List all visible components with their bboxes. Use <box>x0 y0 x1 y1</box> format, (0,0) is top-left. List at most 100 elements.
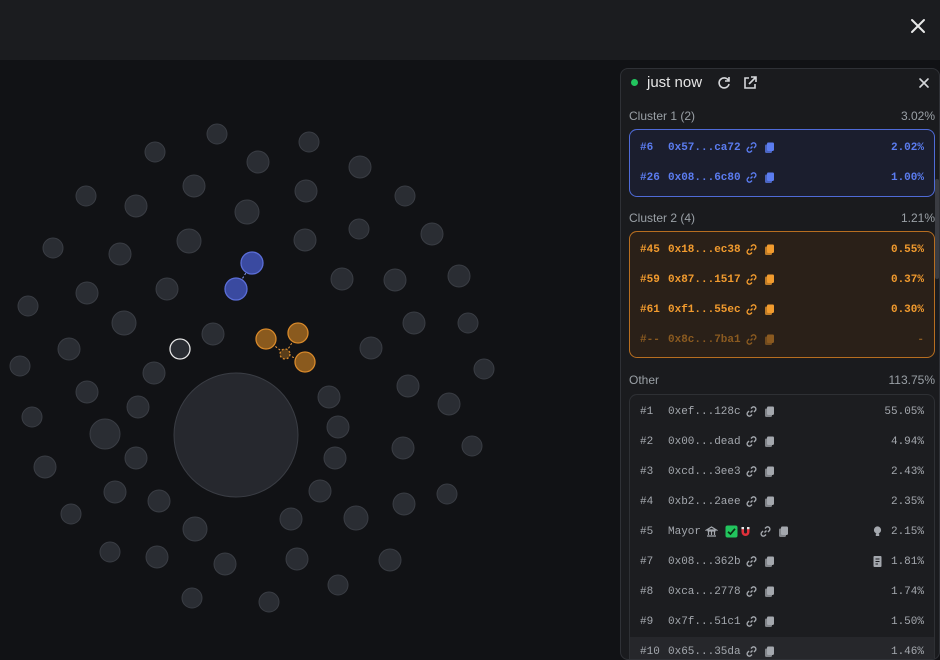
holder-row[interactable]: #45 0x18...ec38 0.55% <box>630 235 934 265</box>
holder-row[interactable]: #4 0xb2...2aee 2.35% <box>630 487 934 517</box>
holder-bubble[interactable] <box>60 503 82 525</box>
holder-row[interactable]: #10 0x65...35da 1.46% <box>630 637 934 659</box>
holder-address[interactable]: 0xf1...55ec <box>668 304 741 316</box>
top-holder-bubble[interactable] <box>173 372 299 498</box>
link-icon[interactable] <box>745 171 758 184</box>
holder-address[interactable]: 0x8c...7ba1 <box>668 334 741 346</box>
holder-bubble[interactable] <box>99 541 121 563</box>
copy-icon[interactable] <box>763 555 776 568</box>
holder-bubble[interactable] <box>457 312 479 334</box>
cluster-2-bubble[interactable] <box>287 322 309 344</box>
holder-bubble[interactable] <box>285 547 309 571</box>
holder-row[interactable]: #9 0x7f...51c1 1.50% <box>630 607 934 637</box>
holder-row[interactable]: #59 0x87...1517 0.37% <box>630 265 934 295</box>
holder-bubble[interactable] <box>391 436 415 460</box>
holder-bubble[interactable] <box>359 336 383 360</box>
holder-bubble[interactable] <box>182 174 206 198</box>
holder-bubble[interactable] <box>89 418 121 450</box>
holder-bubble[interactable] <box>142 361 166 385</box>
holder-row[interactable]: #1 0xef...128c 55.05% <box>630 397 934 427</box>
holder-address[interactable]: 0x18...ec38 <box>668 244 741 256</box>
holder-row[interactable]: #8 0xca...2778 1.74% <box>630 577 934 607</box>
copy-icon[interactable] <box>763 141 776 154</box>
close-panel-icon[interactable] <box>915 74 933 92</box>
copy-icon[interactable] <box>763 495 776 508</box>
holder-bubble[interactable] <box>378 548 402 572</box>
holder-bubble[interactable] <box>181 587 203 609</box>
holder-address[interactable]: 0xb2...2aee <box>668 496 741 508</box>
link-icon[interactable] <box>759 525 772 538</box>
link-icon[interactable] <box>745 435 758 448</box>
holder-bubble[interactable] <box>308 479 332 503</box>
holder-bubble[interactable] <box>473 358 495 380</box>
holder-bubble[interactable] <box>75 185 97 207</box>
holder-bubble[interactable] <box>348 155 372 179</box>
holder-row[interactable]: #2 0x00...dead 4.94% <box>630 427 934 457</box>
holder-bubble[interactable] <box>326 415 350 439</box>
holder-bubble[interactable] <box>21 406 43 428</box>
refresh-icon[interactable] <box>715 74 733 92</box>
holder-bubble[interactable] <box>383 268 407 292</box>
copy-icon[interactable] <box>777 525 790 538</box>
holder-bubble[interactable] <box>348 218 370 240</box>
holder-bubble[interactable] <box>330 267 354 291</box>
holder-bubble[interactable] <box>258 591 280 613</box>
holder-address[interactable]: 0xcd...3ee3 <box>668 466 741 478</box>
holder-bubble[interactable] <box>75 380 99 404</box>
link-icon[interactable] <box>745 465 758 478</box>
holder-bubble[interactable] <box>206 123 228 145</box>
holder-bubble[interactable] <box>293 228 317 252</box>
holder-bubble[interactable] <box>155 277 179 301</box>
holder-bubble[interactable] <box>108 242 132 266</box>
close-icon[interactable] <box>904 12 932 40</box>
holder-bubble[interactable] <box>145 545 169 569</box>
link-icon[interactable] <box>745 303 758 316</box>
holder-bubble[interactable] <box>57 337 81 361</box>
holder-row[interactable]: #6 0x57...ca72 2.02% <box>630 133 934 163</box>
holder-row[interactable]: #3 0xcd...3ee3 2.43% <box>630 457 934 487</box>
holder-bubble[interactable] <box>111 310 137 336</box>
holder-bubble[interactable] <box>126 395 150 419</box>
copy-icon[interactable] <box>763 585 776 598</box>
copy-icon[interactable] <box>763 303 776 316</box>
holder-bubble[interactable] <box>144 141 166 163</box>
holder-row[interactable]: #-- 0x8c...7ba1 - <box>630 325 934 355</box>
link-icon[interactable] <box>745 273 758 286</box>
link-icon[interactable] <box>745 555 758 568</box>
link-icon[interactable] <box>745 405 758 418</box>
holder-bubble[interactable] <box>9 355 31 377</box>
external-link-icon[interactable] <box>741 74 759 92</box>
holder-bubble[interactable] <box>234 199 260 225</box>
copy-icon[interactable] <box>763 273 776 286</box>
holder-bubble[interactable] <box>396 374 420 398</box>
link-icon[interactable] <box>745 333 758 346</box>
holder-bubble[interactable] <box>447 264 471 288</box>
holder-row[interactable]: #26 0x08...6c80 1.00% <box>630 163 934 193</box>
holder-address[interactable]: 0x08...362b <box>668 556 741 568</box>
holder-row[interactable]: #5 Mayor 2.15% <box>630 517 934 547</box>
holder-bubble[interactable] <box>17 295 39 317</box>
holder-bubble[interactable] <box>213 552 237 576</box>
holder-bubble[interactable] <box>394 185 416 207</box>
link-icon[interactable] <box>745 645 758 658</box>
copy-icon[interactable] <box>763 465 776 478</box>
holder-bubble[interactable] <box>317 385 341 409</box>
cluster-2-bubble[interactable] <box>294 351 316 373</box>
copy-icon[interactable] <box>763 333 776 346</box>
holder-bubble[interactable] <box>42 237 64 259</box>
holder-bubble[interactable] <box>298 131 320 153</box>
link-icon[interactable] <box>745 495 758 508</box>
holder-bubble[interactable] <box>182 516 208 542</box>
holder-bubble[interactable] <box>147 489 171 513</box>
holder-bubble[interactable] <box>103 480 127 504</box>
holder-bubble[interactable] <box>124 194 148 218</box>
holder-address[interactable]: 0x08...6c80 <box>668 172 741 184</box>
holder-bubble[interactable] <box>124 446 148 470</box>
holder-bubble[interactable] <box>437 392 461 416</box>
holder-bubble[interactable] <box>343 505 369 531</box>
holder-bubble[interactable] <box>279 507 303 531</box>
copy-icon[interactable] <box>763 615 776 628</box>
copy-icon[interactable] <box>763 171 776 184</box>
holder-address[interactable]: 0x57...ca72 <box>668 142 741 154</box>
selected-bubble[interactable] <box>169 338 191 360</box>
